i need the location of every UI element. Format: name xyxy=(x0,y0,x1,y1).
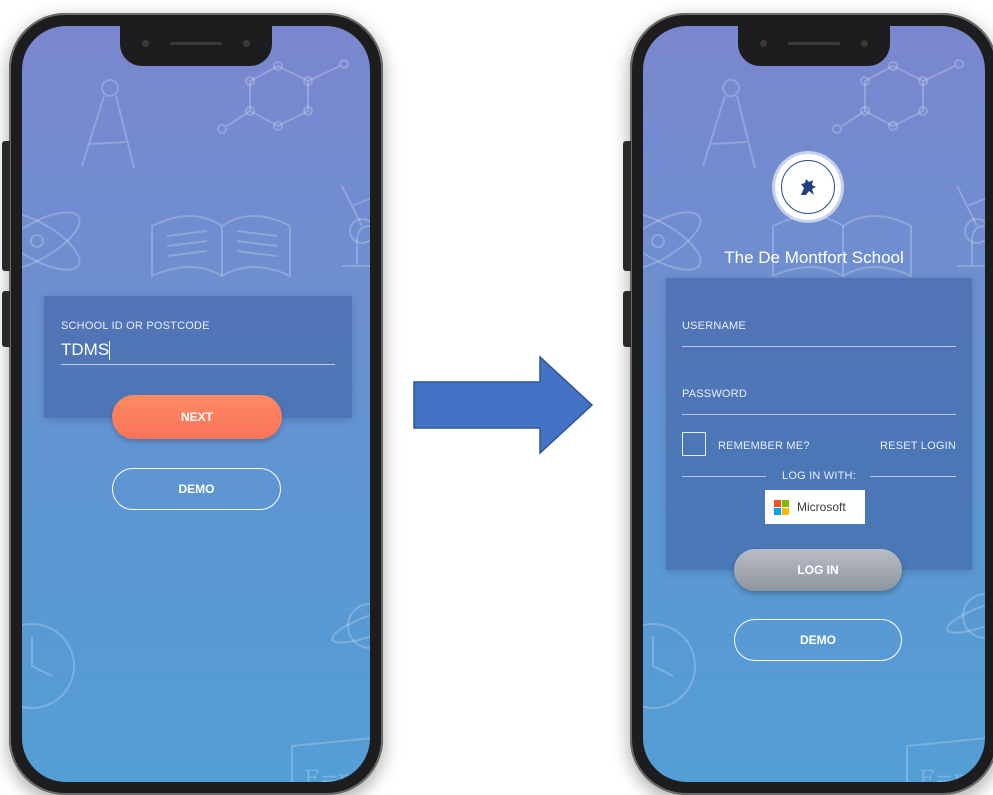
microsoft-logo-icon xyxy=(774,499,789,515)
left-screen: E=m SCHOOL ID OR POSTCODE TDMS NEXT DEMO xyxy=(22,26,370,782)
microscope-icon xyxy=(341,185,370,267)
atom-icon xyxy=(643,211,702,271)
atom-icon xyxy=(22,211,81,271)
remember-me-checkbox[interactable] xyxy=(682,432,706,456)
username-field[interactable]: USERNAME xyxy=(682,308,956,348)
password-underline xyxy=(682,414,956,415)
svg-text:E=m: E=m xyxy=(919,767,974,782)
speaker-icon xyxy=(788,42,840,45)
right-screen: E=m The De Montfort School USERNAME PASS… xyxy=(643,26,985,782)
speaker-icon xyxy=(170,42,222,45)
left-phone: E=m SCHOOL ID OR POSTCODE TDMS NEXT DEMO xyxy=(2,13,383,795)
next-button[interactable]: NEXT xyxy=(112,395,282,439)
molecule-icon xyxy=(832,59,964,134)
password-field[interactable]: PASSWORD xyxy=(682,376,956,416)
phone-notch xyxy=(120,26,272,66)
phone-notch xyxy=(738,26,890,66)
chalkboard-icon: E=m xyxy=(906,737,985,782)
school-id-value: TDMS xyxy=(61,340,110,359)
divider-right xyxy=(870,476,956,477)
login-panel: USERNAME PASSWORD REMEMBER ME? RESET LOG… xyxy=(666,278,972,570)
arrow-right-icon xyxy=(413,355,594,455)
camera-icon xyxy=(243,40,250,47)
school-id-input[interactable]: TDMS xyxy=(61,338,335,364)
school-id-label: SCHOOL ID OR POSTCODE xyxy=(61,320,210,332)
username-underline xyxy=(682,346,956,347)
demo-button[interactable]: DEMO xyxy=(734,619,902,661)
svg-text:E=m: E=m xyxy=(304,767,359,782)
text-cursor xyxy=(109,341,110,360)
clock-icon xyxy=(643,623,696,709)
microsoft-login-button[interactable]: Microsoft xyxy=(765,490,865,524)
remember-me-label[interactable]: REMEMBER ME? xyxy=(718,440,810,452)
molecule-icon xyxy=(217,59,349,134)
side-button xyxy=(2,291,10,347)
griffin-icon xyxy=(801,179,816,195)
compass-icon xyxy=(702,79,756,169)
username-label: USERNAME xyxy=(682,320,746,332)
side-button xyxy=(623,291,631,347)
school-name: The De Montfort School xyxy=(724,248,904,267)
camera-icon xyxy=(760,40,767,47)
camera-icon xyxy=(861,40,868,47)
right-phone: E=m The De Montfort School USERNAME PASS… xyxy=(623,13,993,795)
planet-icon xyxy=(946,593,985,639)
book-icon xyxy=(151,215,291,278)
side-button xyxy=(623,141,631,271)
microsoft-button-label: Microsoft xyxy=(797,500,846,514)
planet-icon xyxy=(331,603,370,649)
clock-icon xyxy=(22,623,75,709)
chalkboard-icon: E=m xyxy=(291,737,370,782)
school-crest-icon xyxy=(775,154,841,220)
log-in-button[interactable]: LOG IN xyxy=(734,549,902,591)
school-id-underline xyxy=(61,364,335,365)
compass-icon xyxy=(81,79,135,169)
camera-icon xyxy=(142,40,149,47)
side-button xyxy=(2,141,10,271)
demo-button[interactable]: DEMO xyxy=(112,468,281,510)
password-label: PASSWORD xyxy=(682,388,747,400)
reset-login-link[interactable]: RESET LOGIN xyxy=(880,440,956,452)
